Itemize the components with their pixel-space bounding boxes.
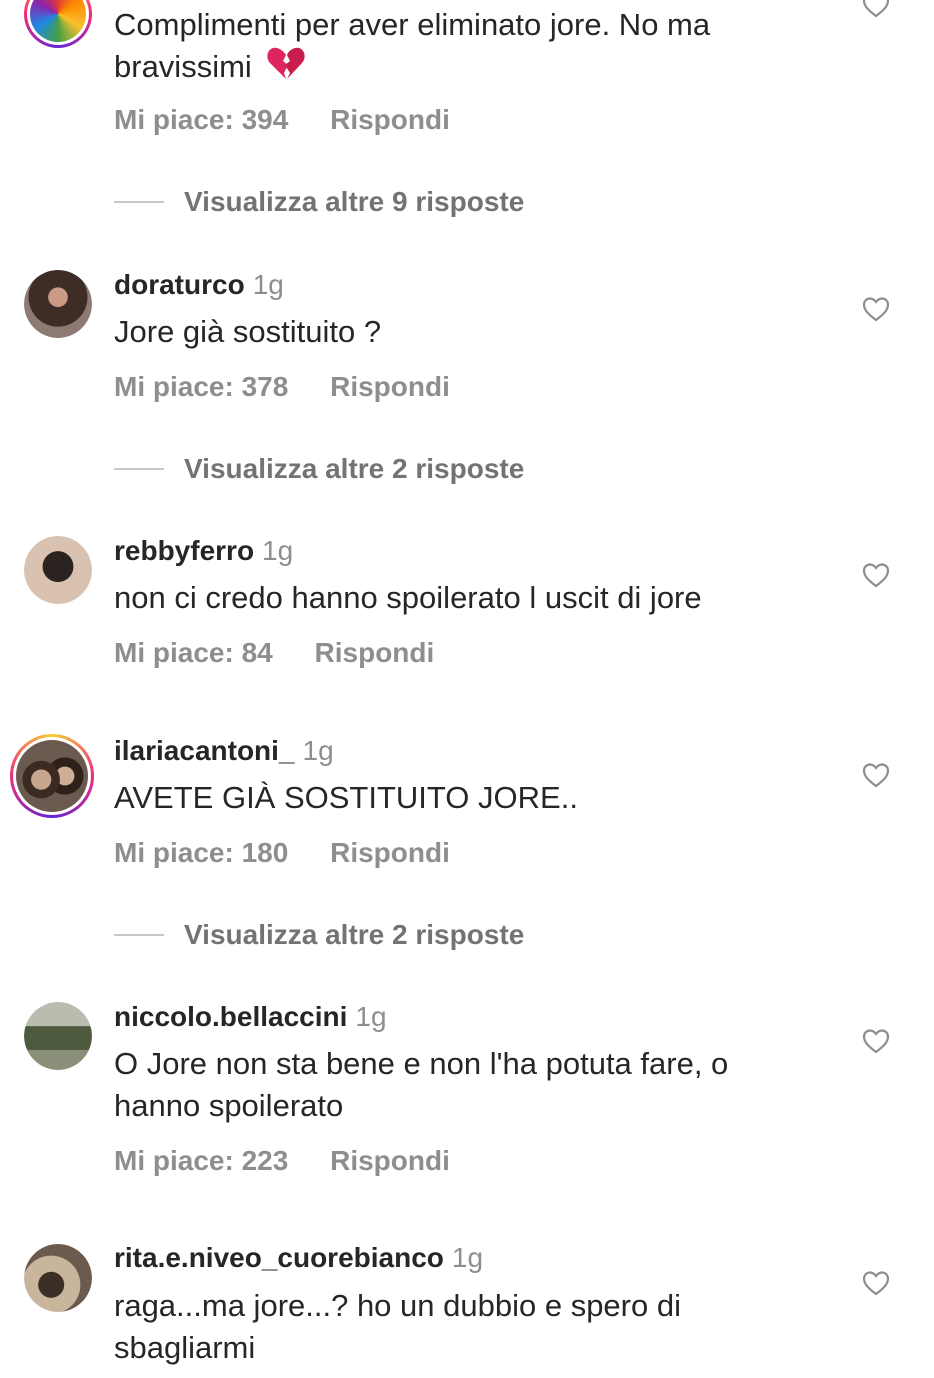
avatar[interactable] bbox=[24, 0, 92, 48]
reply-button[interactable]: Rispondi bbox=[330, 371, 450, 402]
avatar[interactable] bbox=[10, 734, 94, 818]
heart-icon[interactable] bbox=[862, 1028, 890, 1054]
comment-actions: Mi piace: 378 Rispondi bbox=[114, 371, 484, 403]
heart-icon[interactable] bbox=[862, 1270, 890, 1296]
avatar-photo bbox=[24, 536, 92, 604]
heart-icon[interactable] bbox=[862, 0, 890, 18]
likes-count[interactable]: Mi piace: 378 bbox=[114, 371, 288, 402]
comment-meta: rebbyferro 1g bbox=[114, 534, 293, 568]
avatar[interactable] bbox=[24, 1244, 92, 1312]
avatar-photo bbox=[16, 740, 88, 812]
timestamp: 1g bbox=[252, 269, 284, 300]
rainbow-logo-avatar bbox=[30, 0, 86, 42]
likes-count[interactable]: Mi piace: 180 bbox=[114, 837, 288, 868]
timestamp: 1g bbox=[355, 1001, 387, 1032]
avatar[interactable] bbox=[24, 536, 92, 604]
divider bbox=[114, 934, 164, 936]
likes-count[interactable]: Mi piace: 223 bbox=[114, 1145, 288, 1176]
username[interactable]: ilariacantoni_ bbox=[114, 735, 295, 766]
comment-text: raga...ma jore...? ho un dubbio e spero … bbox=[114, 1288, 681, 1365]
comment-meta: ilariacantoni_ 1g bbox=[114, 734, 334, 768]
comment-actions: Mi piace: 223 Rispondi bbox=[114, 1145, 484, 1177]
comment-meta: doraturco 1g bbox=[114, 268, 284, 302]
avatar[interactable] bbox=[24, 1002, 92, 1070]
comment-actions: Mi piace: 84 Rispondi bbox=[114, 637, 468, 669]
timestamp: 1g bbox=[262, 535, 294, 566]
comment-text: Complimenti per aver eliminato jore. No … bbox=[114, 4, 814, 91]
avatar[interactable] bbox=[24, 270, 92, 338]
view-more-replies[interactable]: Visualizza altre 9 risposte bbox=[114, 186, 524, 218]
timestamp: 1g bbox=[302, 735, 334, 766]
comment-text: Jore già sostituito ? bbox=[114, 314, 382, 349]
comment-text: non ci credo hanno spoilerato l uscit di… bbox=[114, 580, 702, 615]
comment-meta: niccolo.bellaccini 1g bbox=[114, 1000, 387, 1034]
avatar-photo bbox=[24, 1244, 92, 1312]
likes-count[interactable]: Mi piace: 84 bbox=[114, 637, 273, 668]
likes-count[interactable]: Mi piace: 394 bbox=[114, 104, 288, 135]
reply-button[interactable]: Rispondi bbox=[315, 637, 435, 668]
comment-actions: Mi piace: 394 Rispondi bbox=[114, 104, 484, 136]
reply-button[interactable]: Rispondi bbox=[330, 837, 450, 868]
heart-icon[interactable] bbox=[862, 562, 890, 588]
username[interactable]: doraturco bbox=[114, 269, 245, 300]
heart-icon[interactable] bbox=[862, 762, 890, 788]
divider bbox=[114, 201, 164, 203]
reply-button[interactable]: Rispondi bbox=[330, 1145, 450, 1176]
comment-meta: rita.e.niveo_cuorebianco 1g bbox=[114, 1241, 483, 1275]
heart-icon[interactable] bbox=[862, 296, 890, 322]
timestamp: 1g bbox=[451, 1242, 484, 1273]
view-more-replies[interactable]: Visualizza altre 2 risposte bbox=[114, 453, 524, 485]
reply-button[interactable]: Rispondi bbox=[330, 104, 450, 135]
username[interactable]: rita.e.niveo_cuorebianco bbox=[114, 1242, 444, 1273]
comment-text: O Jore non sta bene e non l'ha potuta fa… bbox=[114, 1046, 729, 1123]
comment-actions: Mi piace: 180 Rispondi bbox=[114, 837, 484, 869]
username[interactable]: niccolo.bellaccini bbox=[114, 1001, 347, 1032]
view-more-replies[interactable]: Visualizza altre 2 risposte bbox=[114, 919, 524, 951]
divider bbox=[114, 468, 164, 470]
avatar-photo bbox=[24, 1002, 92, 1070]
avatar-photo bbox=[24, 270, 92, 338]
username[interactable]: rebbyferro bbox=[114, 535, 254, 566]
broken-heart-icon bbox=[266, 46, 306, 91]
comment-text: AVETE GIÀ SOSTITUITO JORE.. bbox=[114, 780, 578, 815]
